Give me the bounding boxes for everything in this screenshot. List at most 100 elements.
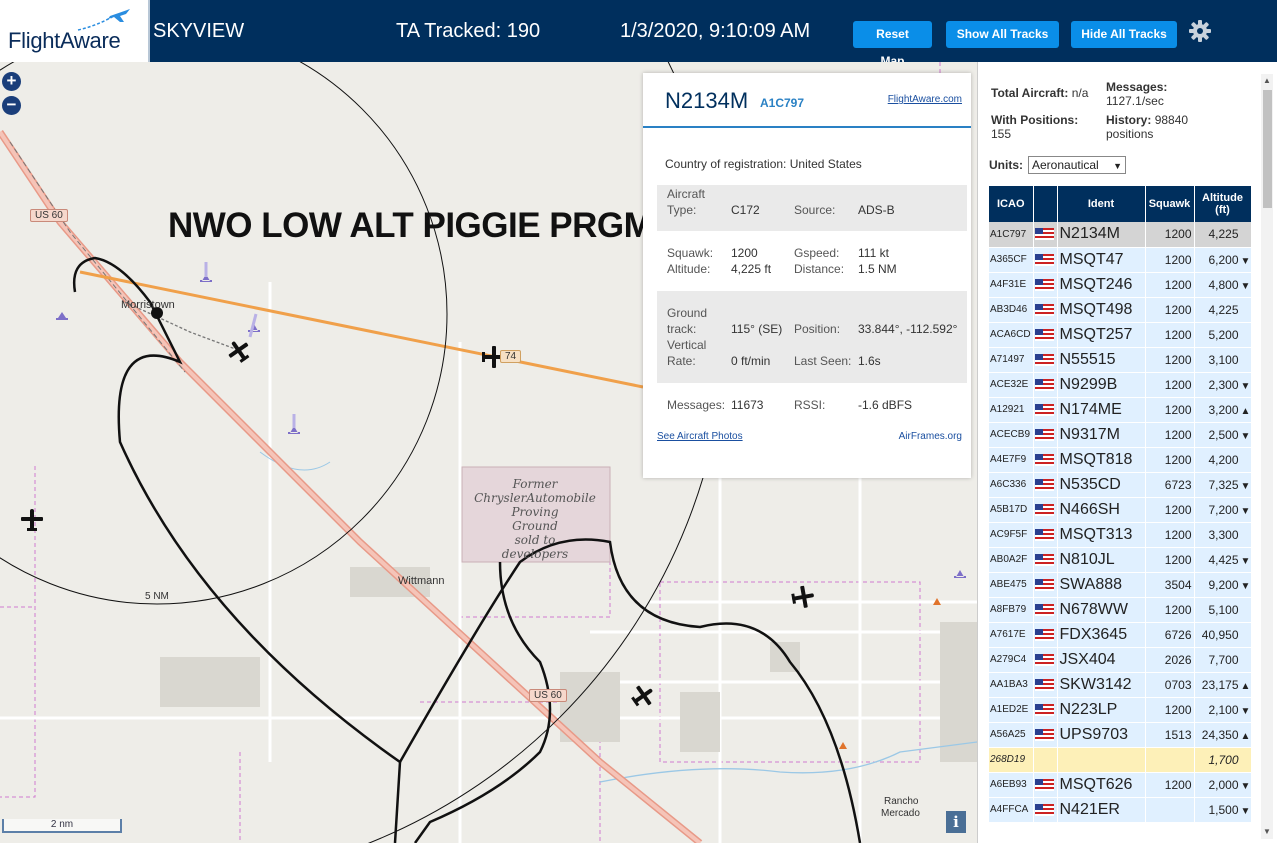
last-seen-value: 1.6s: [858, 354, 881, 368]
row-squawk: 1200: [1145, 272, 1195, 298]
history-value: 98840: [1154, 113, 1189, 127]
row-ident: JSX404: [1057, 647, 1146, 673]
table-row[interactable]: A1C797 N2134M 1200 4,225: [989, 222, 1252, 248]
row-squawk: 1200: [1145, 222, 1195, 248]
row-altitude: 3,200 ▲: [1194, 397, 1252, 423]
scroll-down-icon[interactable]: ▼: [1263, 827, 1271, 836]
aircraft-type-value: C172: [731, 203, 760, 217]
table-row[interactable]: A4E7F9 MSQT818 1200 4,200: [989, 447, 1252, 473]
table-row[interactable]: A6EB93 MSQT626 1200 2,000 ▼: [989, 772, 1252, 798]
table-row[interactable]: ACE32E N9299B 1200 2,300 ▼: [989, 372, 1252, 398]
table-row[interactable]: A279C4 JSX404 2026 7,700: [989, 647, 1252, 673]
table-row[interactable]: AA1BA3 SKW3142 0703 23,175 ▲: [989, 672, 1252, 698]
table-row[interactable]: AB0A2F N810JL 1200 4,425 ▼: [989, 547, 1252, 573]
row-altitude-value: 2,100: [1208, 702, 1239, 717]
table-row[interactable]: A4F31E MSQT246 1200 4,800 ▼: [989, 272, 1252, 298]
aircraft-photos-link[interactable]: See Aircraft Photos: [657, 431, 743, 442]
row-altitude: 2,100 ▼: [1194, 697, 1252, 723]
road-shield-us60: US 60: [30, 209, 68, 222]
row-flag: [1033, 522, 1058, 548]
row-flag: [1033, 472, 1058, 498]
row-ident: MSQT257: [1057, 322, 1146, 348]
row-altitude-value: 40,950: [1201, 627, 1239, 642]
row-altitude: 4,225: [1194, 222, 1252, 248]
proving-line: sold to: [514, 533, 556, 547]
table-row[interactable]: A365CF MSQT47 1200 6,200 ▼: [989, 247, 1252, 273]
row-flag: [1033, 247, 1058, 273]
hide-all-tracks-button[interactable]: Hide All Tracks: [1071, 21, 1177, 48]
col-header-altitude[interactable]: Altitude (ft): [1194, 186, 1252, 222]
row-altitude: 2,500 ▼: [1194, 422, 1252, 448]
us-flag-icon: [1034, 803, 1054, 816]
zoom-out-button[interactable]: −: [2, 96, 21, 115]
vertical-rate-value: 0 ft/min: [731, 354, 771, 368]
table-row[interactable]: A56A25 UPS9703 1513 24,350 ▲: [989, 722, 1252, 748]
altitude-trend-icon: ▼: [1240, 280, 1251, 292]
zoom-in-button[interactable]: +: [2, 72, 21, 91]
row-altitude-value: 1,500: [1208, 802, 1239, 817]
logo-text: FlightAware: [8, 28, 121, 53]
row-altitude: 4,225: [1194, 297, 1252, 323]
table-row[interactable]: ABE475 SWA888 3504 9,200 ▼: [989, 572, 1252, 598]
row-altitude: 24,350 ▲: [1194, 722, 1252, 748]
messages-label: Messages:: [667, 398, 726, 412]
row-altitude: 7,325 ▼: [1194, 472, 1252, 498]
tracked-count: TA Tracked: 190: [396, 20, 541, 42]
altitude-trend-icon: ▼: [1240, 505, 1251, 517]
row-altitude: 2,300 ▼: [1194, 372, 1252, 398]
table-row[interactable]: ACECB9 N9317M 1200 2,500 ▼: [989, 422, 1252, 448]
row-altitude: 40,950: [1194, 622, 1252, 648]
ground-track-value: 115° (SE): [731, 322, 783, 336]
col-header-ident[interactable]: Ident: [1057, 186, 1146, 222]
table-row[interactable]: ACA6CD MSQT257 1200 5,200: [989, 322, 1252, 348]
row-altitude: 6,200 ▼: [1194, 247, 1252, 273]
table-row[interactable]: 268D19 1,700: [989, 747, 1252, 773]
table-row[interactable]: A12921 N174ME 1200 3,200 ▲: [989, 397, 1252, 423]
us-flag-icon: [1034, 378, 1054, 391]
table-row[interactable]: A5B17D N466SH 1200 7,200 ▼: [989, 497, 1252, 523]
units-select[interactable]: Aeronautical: [1028, 156, 1126, 174]
table-row[interactable]: A1ED2E N223LP 1200 2,100 ▼: [989, 697, 1252, 723]
col-header-icao[interactable]: ICAO: [989, 186, 1034, 222]
table-row[interactable]: AB3D46 MSQT498 1200 4,225: [989, 297, 1252, 323]
proving-line: ChryslerAutomobile: [474, 491, 596, 505]
row-ident: MSQT818: [1057, 447, 1146, 473]
reset-map-button[interactable]: Reset Map: [853, 21, 932, 68]
row-icao: ACE32E: [989, 372, 1034, 398]
table-row[interactable]: A4FFCA N421ER 1,500 ▼: [989, 797, 1252, 823]
rssi-label: RSSI:: [794, 398, 826, 412]
row-altitude: 4,200: [1194, 447, 1252, 473]
panel-scrollbar[interactable]: ▲ ▼: [1261, 74, 1273, 839]
col-header-squawk[interactable]: Squawk: [1145, 186, 1195, 222]
row-squawk: 3504: [1145, 572, 1195, 598]
row-squawk: 1200: [1145, 247, 1195, 273]
table-row[interactable]: AC9F5F MSQT313 1200 3,300: [989, 522, 1252, 548]
position-label: Position:: [794, 322, 841, 336]
table-header-row: ICAO Ident Squawk Altitude (ft): [989, 186, 1252, 222]
scroll-thumb[interactable]: [1263, 90, 1272, 208]
row-ident: FDX3645: [1057, 622, 1146, 648]
positions-value: 155: [991, 127, 1012, 141]
show-all-tracks-button[interactable]: Show All Tracks: [946, 21, 1059, 48]
map-info-button[interactable]: i: [946, 811, 966, 833]
table-row[interactable]: A71497 N55515 1200 3,100: [989, 347, 1252, 373]
row-altitude: 4,425 ▼: [1194, 547, 1252, 573]
aircraft-table-wrapper[interactable]: ICAO Ident Squawk Altitude (ft) A1C797 N21…: [989, 186, 1259, 843]
row-flag: [1033, 297, 1058, 323]
col-header-flag[interactable]: [1033, 186, 1058, 222]
row-icao: AC9F5F: [989, 522, 1034, 548]
row-icao: A71497: [989, 347, 1034, 373]
scroll-up-icon[interactable]: ▲: [1263, 76, 1271, 85]
row-ident: N9317M: [1057, 422, 1146, 448]
table-row[interactable]: A6C336 N535CD 6723 7,325 ▼: [989, 472, 1252, 498]
us-flag-icon: [1034, 453, 1054, 466]
row-altitude-value: 4,225: [1208, 227, 1239, 242]
airframes-link[interactable]: AirFrames.org: [899, 431, 962, 442]
gear-icon[interactable]: [1188, 19, 1212, 43]
table-row[interactable]: A8FB79 N678WW 1200 5,100: [989, 597, 1252, 623]
flightaware-link[interactable]: FlightAware.com: [888, 94, 962, 105]
popup-squawk-block: Squawk: 1200 Gspeed: 111 kt Altitude: 4,…: [657, 239, 967, 279]
row-squawk: 1200: [1145, 347, 1195, 373]
flightaware-logo[interactable]: FlightAware: [0, 0, 150, 62]
table-row[interactable]: A7617E FDX3645 6726 40,950: [989, 622, 1252, 648]
